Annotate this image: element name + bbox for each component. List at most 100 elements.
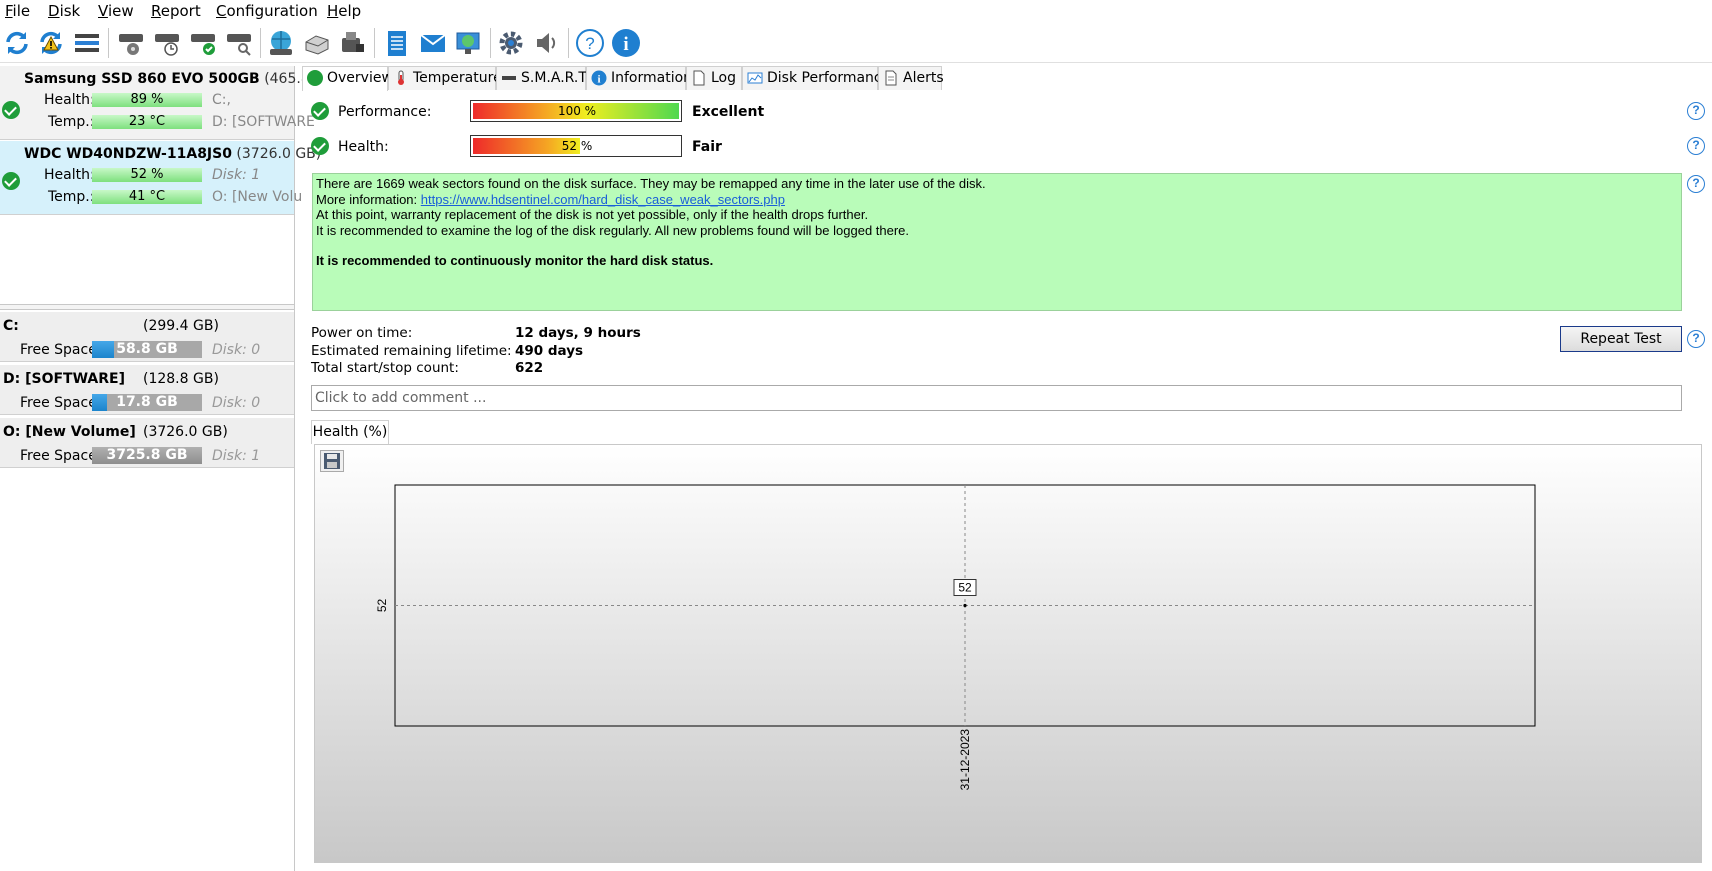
computer-icon[interactable]: [454, 28, 484, 58]
disk-number-label: Disk: 1: [212, 167, 261, 183]
volume-size: (299.4 GB): [143, 318, 219, 334]
help-icon[interactable]: ?: [1687, 175, 1705, 193]
notes-icon[interactable]: [382, 28, 412, 58]
info-icon[interactable]: i: [611, 28, 641, 58]
free-space-bar: 58.8 GB: [92, 341, 202, 358]
performance-rating: Excellent: [692, 104, 765, 120]
refresh-warning-icon[interactable]: [36, 28, 66, 58]
lifetime-value: 490 days: [515, 343, 584, 359]
temp-bar: 23 °C: [92, 115, 202, 129]
health-chart: 52 52 31-12-2023: [375, 484, 1536, 790]
panel-splitter[interactable]: [0, 304, 294, 310]
disk-card-selected[interactable]: WDC WD40NDZW-11A8JS0 (3726.0 GB) Health:…: [0, 141, 321, 215]
repeat-test-button[interactable]: Repeat Test: [1560, 326, 1682, 352]
tab-temperature[interactable]: Temperature: [388, 66, 502, 90]
tab-smart[interactable]: S.M.A.R.T.: [496, 66, 590, 90]
alerts-icon: [885, 70, 897, 86]
toolbar: ? i: [0, 22, 1712, 63]
tab-label: Alerts: [903, 70, 944, 86]
disk-search-icon[interactable]: [224, 28, 254, 58]
disk-list-icon[interactable]: [72, 28, 102, 58]
tab-information[interactable]: i Information: [586, 66, 692, 90]
help-icon[interactable]: ?: [575, 28, 605, 58]
health-rating: Fair: [692, 139, 722, 155]
settings-gear-icon[interactable]: [496, 28, 526, 58]
chart-icon: [747, 72, 763, 84]
check-icon: [307, 70, 323, 86]
menu-file[interactable]: File: [5, 2, 30, 20]
help-icon[interactable]: ?: [1687, 330, 1705, 348]
disk-card[interactable]: Samsung SSD 860 EVO 500GB (465.8 GB) D H…: [0, 66, 355, 140]
sound-icon[interactable]: [532, 28, 562, 58]
performance-label: Performance:: [338, 104, 432, 120]
tab-disk-performance[interactable]: Disk Performance: [742, 66, 890, 90]
free-space-label: Free Space: [20, 342, 97, 358]
comment-field[interactable]: Click to add comment ...: [311, 385, 1682, 411]
help-icon[interactable]: ?: [1687, 137, 1705, 155]
disk-check-icon[interactable]: [188, 28, 218, 58]
toolbar-separator: [108, 28, 109, 58]
tab-overview[interactable]: Overview: [302, 66, 393, 91]
menu-help[interactable]: Help: [327, 2, 361, 20]
data-label: 52: [958, 581, 972, 595]
volume-card[interactable]: O: [New Volume] (3726.0 GB) Free Space 3…: [0, 418, 294, 468]
tab-health-chart[interactable]: Health (%): [311, 420, 389, 444]
temp-label: Temp.:: [48, 114, 95, 130]
y-tick-label: 52: [375, 599, 389, 613]
power-on-label: Power on time:: [311, 325, 413, 341]
tab-alerts[interactable]: Alerts: [878, 66, 944, 90]
disk-partition-label: D: [SOFTWARE: [212, 114, 315, 130]
menu-view[interactable]: View: [98, 2, 134, 20]
message-line: It is recommended to examine the log of …: [316, 222, 910, 238]
thermometer-icon: [398, 70, 404, 85]
disk-partition-label: C:,: [212, 92, 231, 108]
health-bar: 89 %: [92, 93, 202, 107]
power-on-value: 12 days, 9 hours: [515, 325, 641, 341]
performance-value: 100 %: [557, 104, 597, 118]
health-ok-icon: [311, 137, 329, 155]
health-label: Health:: [44, 167, 95, 183]
lifetime-label: Estimated remaining lifetime:: [311, 343, 512, 359]
network-icon[interactable]: [266, 28, 296, 58]
disk-panel: Samsung SSD 860 EVO 500GB (465.8 GB) D H…: [0, 66, 355, 871]
toolbar-separator: [490, 28, 491, 58]
menu-report[interactable]: Report: [151, 2, 201, 20]
disk-name: Samsung SSD 860 EVO 500GB: [24, 71, 260, 87]
disk-export-icon[interactable]: [338, 28, 368, 58]
overview-panel: Performance: 100 % Excellent ? Health: 5…: [302, 90, 1712, 871]
menu-disk[interactable]: Disk: [48, 2, 80, 20]
free-space-value: 58.8 GB: [116, 341, 178, 357]
health-chart-area: 52 52 31-12-2023: [314, 444, 1702, 863]
svg-text:i: i: [623, 34, 628, 55]
info-link[interactable]: https://www.hdsentinel.com/hard_disk_cas…: [421, 192, 785, 207]
performance-ok-icon: [311, 102, 329, 120]
status-ok-icon: [2, 101, 20, 119]
volume-size: (3726.0 GB): [143, 424, 228, 440]
document-icon: [693, 70, 705, 86]
refresh-icon[interactable]: [2, 28, 32, 58]
message-bold: It is recommended to continuously monito…: [316, 253, 714, 268]
tab-log[interactable]: Log: [686, 66, 742, 90]
data-point: [963, 603, 967, 608]
disk-schedule-icon[interactable]: [152, 28, 182, 58]
svg-text:?: ?: [585, 34, 594, 53]
disk-name: WDC WD40NDZW-11A8JS0: [24, 146, 232, 162]
disk-tool-icon[interactable]: [116, 28, 146, 58]
status-ok-icon: [2, 172, 20, 190]
status-message: There are 1669 weak sectors found on the…: [312, 173, 1682, 311]
message-prefix: More information:: [316, 191, 421, 207]
toolbar-separator: [568, 28, 569, 58]
toolbar-separator: [374, 28, 375, 58]
email-icon[interactable]: [418, 28, 448, 58]
message-line: There are 1669 weak sectors found on the…: [316, 176, 986, 191]
printer-icon[interactable]: [302, 28, 332, 58]
volume-card[interactable]: D: [SOFTWARE] (128.8 GB) Free Space 17.8…: [0, 365, 294, 415]
menu-configuration[interactable]: Configuration: [216, 2, 318, 20]
help-icon[interactable]: ?: [1687, 102, 1705, 120]
volume-name: D: [SOFTWARE]: [3, 371, 125, 387]
free-space-label: Free Space: [20, 448, 97, 464]
volume-card[interactable]: C: (299.4 GB) Free Space 58.8 GB Disk: 0: [0, 312, 294, 362]
tab-label: S.M.A.R.T.: [521, 70, 590, 86]
health-value: 52 %: [561, 139, 593, 153]
